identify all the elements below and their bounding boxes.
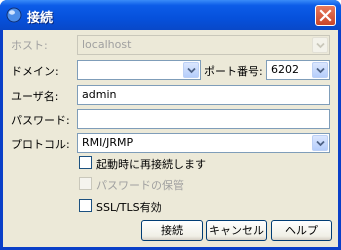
password-label: パスワード: [11,114,70,127]
chevron-down-icon [316,67,325,74]
cancel-button[interactable]: キャンセル [206,220,267,241]
port-dropdown-button[interactable] [312,62,328,78]
save-password-label: パスワードの保管 [96,179,184,192]
protocol-label: プロトコル: [11,138,70,151]
chevron-down-icon [316,140,325,147]
connect-button[interactable]: 接続 [141,220,203,241]
protocol-combobox[interactable]: RMI/JRMP [77,133,330,153]
ssl-label: SSL/TLS有効 [96,201,162,214]
help-button[interactable]: ヘルプ [271,220,332,241]
host-combobox[interactable]: localhost [77,35,330,55]
connect-dialog: 接続 ホスト: localhost ドメイン: ポート番号: 6202 ユーザ名… [0,0,341,250]
chevron-down-icon [187,67,196,74]
window-title: 接続 [27,11,54,26]
port-label: ポート番号: [204,65,263,78]
reconnect-checkbox[interactable] [79,156,92,169]
username-value: admin [82,88,117,101]
host-dropdown-button[interactable] [312,37,328,53]
protocol-value: RMI/JRMP [82,136,134,149]
port-combobox[interactable]: 6202 [266,60,330,80]
password-input[interactable] [77,109,330,129]
domain-dropdown-button[interactable] [183,62,199,78]
protocol-dropdown-button[interactable] [312,135,328,151]
close-button[interactable] [315,5,336,26]
reconnect-label: 起動時に再接続します [96,158,206,171]
domain-label: ドメイン: [11,65,59,78]
dialog-body: ホスト: localhost ドメイン: ポート番号: 6202 ユーザ名: a… [3,30,338,247]
domain-combobox[interactable] [77,60,201,80]
close-icon [319,9,332,22]
chevron-down-icon [316,42,325,49]
port-value: 6202 [271,63,299,76]
ssl-checkbox[interactable] [79,199,92,212]
host-value: localhost [82,38,132,51]
title-bar[interactable]: 接続 [0,0,341,30]
app-globe-icon [6,7,22,23]
save-password-checkbox [79,177,92,190]
host-label: ホスト: [11,39,48,52]
username-label: ユーザ名: [11,90,59,103]
username-input[interactable]: admin [77,85,330,105]
